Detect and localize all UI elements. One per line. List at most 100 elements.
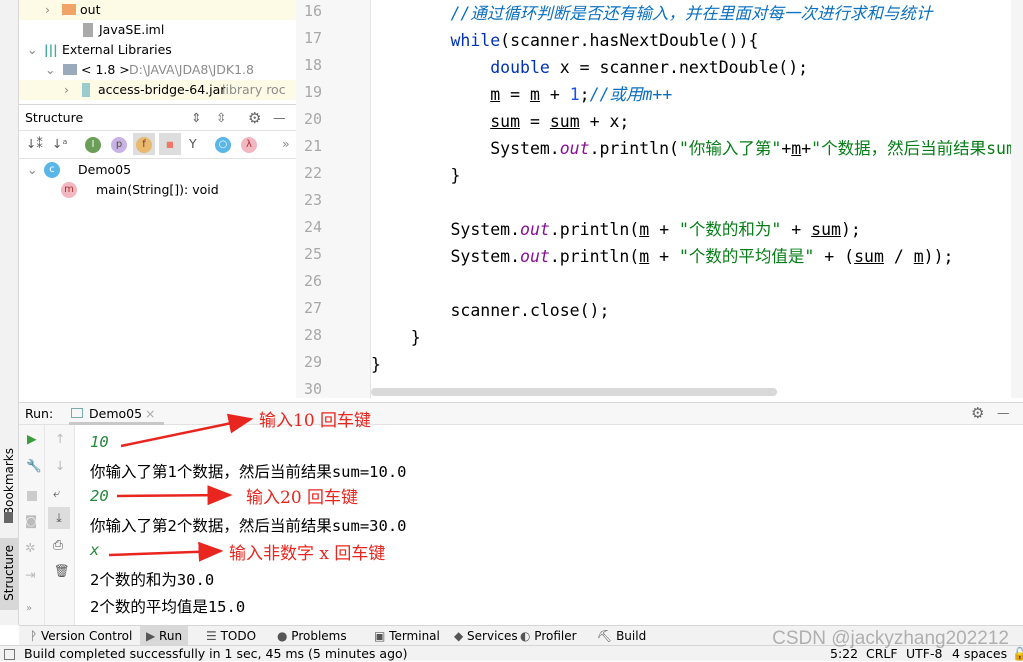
code-token: m bbox=[639, 247, 650, 266]
warning-icon: ● bbox=[277, 629, 292, 643]
code-token: System. bbox=[371, 139, 560, 158]
inherited-icon[interactable]: I bbox=[85, 137, 101, 153]
line-number: 17 bbox=[303, 29, 322, 47]
code-token: m bbox=[639, 220, 650, 239]
anonymous-classes-icon[interactable]: Y bbox=[189, 136, 197, 151]
folder-icon bbox=[62, 4, 76, 15]
minimize-icon[interactable]: — bbox=[273, 105, 286, 131]
bottom-tab-label: TODO bbox=[220, 629, 257, 643]
gear-icon[interactable]: ⚙ bbox=[248, 105, 261, 131]
arrow-3 bbox=[108, 541, 224, 562]
bottom-tab-todo[interactable]: ☰ TODO bbox=[200, 626, 262, 646]
code-token: m bbox=[791, 139, 802, 158]
code-editor[interactable]: //通过循环判断是否还有输入，并在里面对每一次进行求和与统计 while(sca… bbox=[371, 0, 1011, 398]
sort-alpha-icon[interactable]: ↓ᵃ bbox=[52, 136, 67, 151]
jdk-icon bbox=[63, 64, 77, 75]
code-token: + bbox=[801, 139, 812, 158]
lock-icon[interactable]: 🔓 bbox=[1012, 646, 1023, 662]
code-token: while bbox=[450, 31, 501, 50]
code-token: double bbox=[490, 58, 550, 77]
code-line: sum = sum + x; bbox=[371, 108, 629, 135]
code-token: + bbox=[539, 85, 570, 104]
code-token: } bbox=[371, 328, 421, 347]
bottom-tab-services[interactable]: ◆ Services bbox=[448, 626, 524, 646]
code-token: sum bbox=[854, 247, 884, 266]
status-message[interactable]: Build completed successfully in 1 sec, 4… bbox=[24, 646, 408, 662]
tree-item-iml[interactable]: JavaSE.iml bbox=[19, 20, 296, 40]
code-token: //通过循环判断是否还有输入，并在里面对每一次进行求和与统计 bbox=[450, 4, 933, 23]
bottom-tab-profiler[interactable]: ◐ Profiler bbox=[514, 626, 583, 646]
file-icon bbox=[83, 23, 93, 37]
lambda-icon[interactable]: λ bbox=[241, 137, 257, 153]
bottom-tab-terminal[interactable]: ▣ Terminal bbox=[368, 626, 446, 646]
expand-all-icon[interactable]: ⇕ bbox=[191, 105, 201, 131]
code-token: out bbox=[520, 247, 550, 266]
jar-icon bbox=[82, 83, 90, 97]
class-icon: c bbox=[44, 162, 60, 178]
code-line: System.out.println("你输入了第"+m+"个数据，然后当前结果… bbox=[371, 135, 1011, 162]
code-line: } bbox=[371, 324, 421, 351]
chevron-right-icon: › bbox=[45, 2, 50, 17]
line-number: 28 bbox=[303, 326, 322, 344]
code-token: System. bbox=[371, 247, 521, 266]
structure-class[interactable]: ⌄ c Demo05 bbox=[19, 160, 296, 180]
sort-visibility-icon[interactable]: ↓⁑ bbox=[26, 136, 43, 151]
horizontal-scrollbar[interactable] bbox=[371, 388, 777, 396]
structure-method[interactable]: m main(String[]): void bbox=[19, 180, 296, 200]
line-number: 16 bbox=[303, 2, 322, 20]
more-icon[interactable]: » bbox=[282, 136, 290, 151]
collapse-all-icon[interactable]: ⇳ bbox=[216, 105, 226, 131]
tree-item-jdk[interactable]: ⌄ < 1.8 > D:\JAVA\JDA8\JDK1.8 bbox=[19, 60, 296, 80]
annotation-arrows bbox=[108, 413, 254, 562]
tree-item-external-libraries[interactable]: ⌄ ||| External Libraries bbox=[19, 40, 296, 60]
structure-side-tab[interactable]: Structure bbox=[2, 545, 16, 601]
library-icon: ||| bbox=[44, 42, 58, 57]
status-checkbox-icon[interactable] bbox=[4, 649, 15, 660]
code-token: / bbox=[883, 247, 914, 266]
line-number: 30 bbox=[303, 380, 322, 398]
tree-item-out[interactable]: › out bbox=[19, 0, 296, 20]
line-number: 21 bbox=[303, 137, 322, 155]
chevron-down-icon: ⌄ bbox=[27, 42, 38, 57]
bottom-tab-label: Services bbox=[467, 629, 518, 643]
chevron-right-icon: › bbox=[64, 82, 69, 97]
method-icon: m bbox=[61, 182, 77, 198]
code-token: System. bbox=[371, 220, 521, 239]
code-token: m bbox=[913, 247, 924, 266]
code-token: + bbox=[781, 139, 792, 158]
code-token: "你输入了第" bbox=[678, 139, 782, 158]
line-number: 23 bbox=[303, 191, 322, 209]
list-icon: ☰ bbox=[206, 629, 221, 643]
bottom-tab-run[interactable]: ▶ Run bbox=[140, 626, 189, 646]
arrow-2 bbox=[116, 485, 233, 506]
code-token: .println( bbox=[589, 139, 679, 158]
code-token: } bbox=[371, 355, 381, 374]
line-number: 27 bbox=[303, 299, 322, 317]
code-token: ); bbox=[840, 220, 861, 239]
bottom-tab-problems[interactable]: ● Problems bbox=[271, 626, 353, 646]
fields-icon[interactable]: f bbox=[136, 137, 152, 153]
circle-icon[interactable]: ○ bbox=[215, 137, 231, 153]
code-token: + x; bbox=[579, 112, 630, 131]
chevron-down-icon: ⌄ bbox=[45, 62, 56, 77]
terminal-icon: ▣ bbox=[374, 629, 390, 643]
profiler-icon: ◐ bbox=[520, 629, 535, 643]
properties-icon[interactable]: p bbox=[111, 137, 127, 153]
tree-item-access-bridge[interactable]: › access-bridge-64.jar library roc bbox=[19, 80, 296, 100]
chevron-down-icon: ⌄ bbox=[27, 162, 38, 177]
lock-icon[interactable]: ▪ bbox=[159, 133, 181, 155]
vertical-scrollbar[interactable] bbox=[1011, 0, 1023, 398]
annotation-1: 输入10 回车键 bbox=[259, 411, 372, 431]
code-token: sum bbox=[811, 220, 841, 239]
code-token: + bbox=[649, 220, 679, 239]
bottom-tab-version-control[interactable]: ᚹ Version Control bbox=[24, 626, 138, 646]
bookmarks-side-tab[interactable]: Bookmarks bbox=[2, 448, 16, 515]
code-line: //通过循环判断是否还有输入，并在里面对每一次进行求和与统计 bbox=[371, 0, 932, 27]
code-token: + ( bbox=[814, 247, 855, 266]
run-panel: Run: Demo05 × ⚙ — ▶ 🔧 ◙ ✲ ⇥ » ↑ ↓ ⤶ ⤓ ⎙ … bbox=[19, 402, 1023, 626]
bottom-tab-build[interactable]: ⛏ Build bbox=[591, 626, 652, 646]
code-token: + bbox=[649, 247, 679, 266]
code-line: System.out.println(m + "个数的平均值是" + (sum … bbox=[371, 243, 953, 270]
